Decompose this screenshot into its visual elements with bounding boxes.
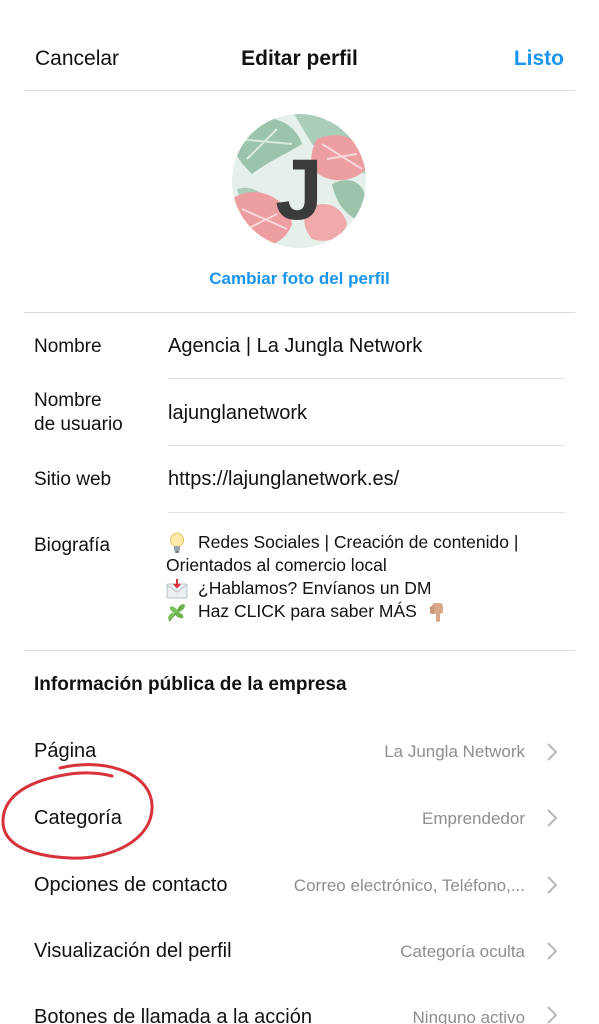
change-photo-link[interactable]: Cambiar foto del perfil bbox=[0, 269, 599, 289]
herb-emoji-icon bbox=[168, 603, 185, 621]
chevron-right-icon bbox=[547, 809, 558, 827]
done-button[interactable]: Listo bbox=[514, 47, 564, 71]
bio-line: ¿Hablamos? Envíanos un DM bbox=[166, 577, 576, 600]
section-divider bbox=[24, 650, 575, 651]
website-field[interactable]: https://lajunglanetwork.es/ bbox=[168, 467, 399, 491]
option-label: Botones de llamada a la acción bbox=[34, 1006, 312, 1024]
option-value: Ninguno activo bbox=[412, 1008, 525, 1024]
business-section-title: Información pública de la empresa bbox=[34, 674, 347, 695]
username-label-line-1: Nombre bbox=[34, 390, 102, 411]
chevron-right-icon bbox=[547, 942, 558, 960]
website-label: Sitio web bbox=[34, 469, 112, 490]
option-label: Visualización del perfil bbox=[34, 940, 232, 962]
name-field[interactable]: Agencia | La Jungla Network bbox=[168, 334, 422, 358]
lightbulb-emoji-icon bbox=[170, 532, 184, 553]
header-divider bbox=[24, 90, 575, 91]
field-divider bbox=[168, 378, 565, 379]
avatar[interactable]: J bbox=[232, 114, 366, 248]
field-divider bbox=[168, 512, 565, 513]
cancel-button[interactable]: Cancelar bbox=[35, 47, 119, 71]
option-label: Opciones de contacto bbox=[34, 874, 228, 896]
pointing-down-emoji-icon bbox=[429, 602, 443, 622]
field-divider bbox=[168, 445, 565, 446]
option-value: Categoría oculta bbox=[400, 942, 525, 961]
profile-divider bbox=[24, 312, 575, 313]
option-value: Emprendedor bbox=[421, 809, 525, 828]
avatar-letter: J bbox=[275, 142, 323, 238]
bio-line: Redes Sociales | Creación de contenido | bbox=[166, 531, 576, 554]
avatar-image: J bbox=[232, 114, 366, 248]
username-label-line-2: de usuario bbox=[34, 414, 123, 435]
name-label: Nombre bbox=[34, 336, 102, 357]
username-field[interactable]: lajunglanetwork bbox=[168, 401, 307, 425]
envelope-emoji-icon bbox=[166, 578, 188, 598]
bio-line: Orientados al comercio local bbox=[166, 554, 576, 577]
username-label: Nombre de usuario bbox=[34, 389, 123, 437]
bio-line: Haz CLICK para saber MÁS bbox=[166, 600, 576, 623]
option-value: La Jungla Network bbox=[384, 742, 525, 761]
bio-line-text: Haz CLICK para saber MÁS bbox=[198, 601, 417, 621]
bio-label: Biografía bbox=[34, 535, 111, 556]
chevron-right-icon bbox=[547, 876, 558, 894]
bio-line-text: Redes Sociales | Creación de contenido | bbox=[198, 532, 519, 552]
option-value: Correo electrónico, Teléfono,... bbox=[293, 876, 525, 895]
option-label: Categoría bbox=[34, 807, 122, 829]
chevron-right-icon bbox=[547, 743, 558, 761]
option-label: Página bbox=[34, 740, 97, 762]
bio-line-text: ¿Hablamos? Envíanos un DM bbox=[198, 578, 432, 598]
bio-field[interactable]: Redes Sociales | Creación de contenido |… bbox=[166, 531, 576, 623]
chevron-right-icon bbox=[547, 1006, 558, 1024]
bio-line-text: Orientados al comercio local bbox=[166, 555, 387, 575]
nav-header: Cancelar Editar perfil Listo bbox=[0, 0, 599, 90]
